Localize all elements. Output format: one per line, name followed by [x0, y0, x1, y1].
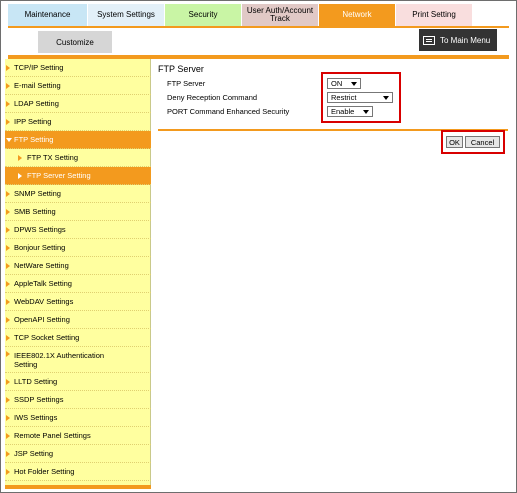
- tab-security[interactable]: Security: [165, 4, 242, 26]
- sidebar-item-label: Bonjour Setting: [14, 243, 66, 252]
- sidebar-item-label: JSP Setting: [14, 449, 54, 458]
- sidebar-item-ldap[interactable]: LDAP Setting: [5, 95, 151, 113]
- menu-icon: [423, 35, 435, 45]
- chevron-down-icon: [363, 110, 369, 114]
- deny-reception-command-value: Restrict: [331, 93, 357, 102]
- sidebar-item-label: NetWare Setting: [14, 261, 69, 270]
- arrow-right-icon: [6, 432, 10, 439]
- arrow-right-icon: [6, 262, 10, 269]
- sidebar-item-label: TCP Socket Setting: [14, 333, 80, 342]
- to-main-menu-button[interactable]: To Main Menu: [419, 29, 497, 51]
- arrow-right-icon: [6, 280, 10, 287]
- arrow-right-icon: [6, 378, 10, 385]
- sidebar-item-label: E-mail Setting: [14, 81, 61, 90]
- page-title: FTP Server: [158, 64, 204, 74]
- tab-maintenance[interactable]: Maintenance: [8, 4, 88, 26]
- sidebar-item-ipp[interactable]: IPP Setting: [5, 113, 151, 131]
- window-frame: Maintenance System Settings Security Use…: [0, 0, 517, 493]
- sidebar-item-appletalk[interactable]: AppleTalk Setting: [5, 275, 151, 293]
- sidebar-item-label: Hot Folder Setting: [14, 467, 75, 476]
- arrow-right-icon: [6, 118, 10, 125]
- sidebar-item-dpws[interactable]: DPWS Settings: [5, 221, 151, 239]
- sidebar-item-email[interactable]: E-mail Setting: [5, 77, 151, 95]
- ftp-server-value: ON: [331, 79, 343, 88]
- sidebar-item-jsp[interactable]: JSP Setting: [5, 445, 151, 463]
- ok-button[interactable]: OK: [446, 136, 463, 148]
- tab-system-settings[interactable]: System Settings: [88, 4, 165, 26]
- arrow-right-icon: [6, 396, 10, 403]
- sidebar-item-tcpip[interactable]: TCP/IP Setting: [5, 59, 151, 77]
- arrow-right-icon: [6, 100, 10, 107]
- sidebar-item-label: TCP/IP Setting: [14, 63, 64, 72]
- arrow-down-icon: [6, 137, 12, 142]
- sidebar-item-ftp-tx[interactable]: FTP TX Setting: [5, 149, 151, 167]
- sidebar-item-label: SMB Setting: [14, 207, 56, 216]
- arrow-right-icon: [6, 64, 10, 71]
- sidebar-item-label: IEEE802.1X Authentication Setting: [14, 350, 105, 369]
- sidebar-item-label: FTP Server Setting: [27, 171, 91, 180]
- arrow-right-icon: [6, 226, 10, 233]
- sidebar-item-label: LDAP Setting: [14, 99, 59, 108]
- sidebar-item-ieee8021x[interactable]: IEEE802.1X Authentication Setting: [5, 347, 151, 373]
- port-command-security-select[interactable]: Enable: [327, 106, 373, 117]
- chevron-down-icon: [383, 96, 389, 100]
- arrow-right-icon: [6, 414, 10, 421]
- top-tab-bar: Maintenance System Settings Security Use…: [8, 4, 473, 26]
- sidebar-item-netware[interactable]: NetWare Setting: [5, 257, 151, 275]
- arrow-right-icon: [6, 298, 10, 305]
- sidebar-item-tcp-socket[interactable]: TCP Socket Setting: [5, 329, 151, 347]
- arrow-right-icon: [6, 468, 10, 475]
- ftp-server-select[interactable]: ON: [327, 78, 361, 89]
- sidebar-item-label: AppleTalk Setting: [14, 279, 72, 288]
- cancel-button[interactable]: Cancel: [465, 136, 500, 148]
- tab-underline: [8, 26, 509, 28]
- sidebar-item-webdav[interactable]: WebDAV Settings: [5, 293, 151, 311]
- sidebar-item-label: LLTD Setting: [14, 377, 58, 386]
- arrow-right-icon: [6, 450, 10, 457]
- arrow-right-icon: [6, 190, 10, 197]
- sidebar-bottom-bar: [5, 485, 151, 489]
- arrow-right-icon: [18, 172, 22, 179]
- sidebar-item-smb[interactable]: SMB Setting: [5, 203, 151, 221]
- arrow-right-icon: [18, 154, 22, 161]
- sidebar-item-label: SSDP Settings: [14, 395, 64, 404]
- arrow-right-icon: [6, 244, 10, 251]
- sidebar-item-label: IWS Settings: [14, 413, 58, 422]
- sidebar-item-lltd[interactable]: LLTD Setting: [5, 373, 151, 391]
- sidebar-item-label: Remote Panel Settings: [14, 431, 91, 440]
- deny-reception-command-label: Deny Reception Command: [167, 92, 258, 102]
- sidebar-item-label: FTP Setting: [14, 135, 54, 144]
- sidebar-item-label: SNMP Setting: [14, 189, 61, 198]
- sidebar-item-ftp-server[interactable]: FTP Server Setting: [5, 167, 151, 185]
- arrow-right-icon: [6, 351, 10, 357]
- customize-button[interactable]: Customize: [38, 31, 112, 53]
- sidebar-item-label: DPWS Settings: [14, 225, 66, 234]
- arrow-right-icon: [6, 208, 10, 215]
- sidebar-item-remote-panel[interactable]: Remote Panel Settings: [5, 427, 151, 445]
- sidebar-item-snmp[interactable]: SNMP Setting: [5, 185, 151, 203]
- arrow-right-icon: [6, 334, 10, 341]
- sidebar-item-ssdp[interactable]: SSDP Settings: [5, 391, 151, 409]
- arrow-right-icon: [6, 316, 10, 323]
- port-command-security-label: PORT Command Enhanced Security: [167, 106, 290, 116]
- arrow-right-icon: [6, 82, 10, 89]
- deny-reception-command-select[interactable]: Restrict: [327, 92, 393, 103]
- tab-user-auth[interactable]: User Auth/Account Track: [242, 4, 319, 26]
- sidebar-item-label: WebDAV Settings: [14, 297, 74, 306]
- port-command-security-value: Enable: [331, 107, 355, 116]
- sidebar-item-label: IPP Setting: [14, 117, 52, 126]
- sidebar-item-label: FTP TX Setting: [27, 153, 78, 162]
- sidebar-item-bonjour[interactable]: Bonjour Setting: [5, 239, 151, 257]
- sidebar-item-hot-folder[interactable]: Hot Folder Setting: [5, 463, 151, 481]
- sidebar-item-ftp[interactable]: FTP Setting: [5, 131, 151, 149]
- sidebar-item-iws[interactable]: IWS Settings: [5, 409, 151, 427]
- ftp-server-label: FTP Server: [167, 78, 206, 88]
- sidebar: TCP/IP Setting E-mail Setting LDAP Setti…: [5, 59, 151, 489]
- chevron-down-icon: [351, 82, 357, 86]
- to-main-menu-label: To Main Menu: [440, 35, 491, 45]
- sidebar-item-label: OpenAPI Setting: [14, 315, 70, 324]
- tab-network[interactable]: Network: [319, 4, 396, 26]
- sidebar-item-openapi[interactable]: OpenAPI Setting: [5, 311, 151, 329]
- tab-print-setting[interactable]: Print Setting: [396, 4, 473, 26]
